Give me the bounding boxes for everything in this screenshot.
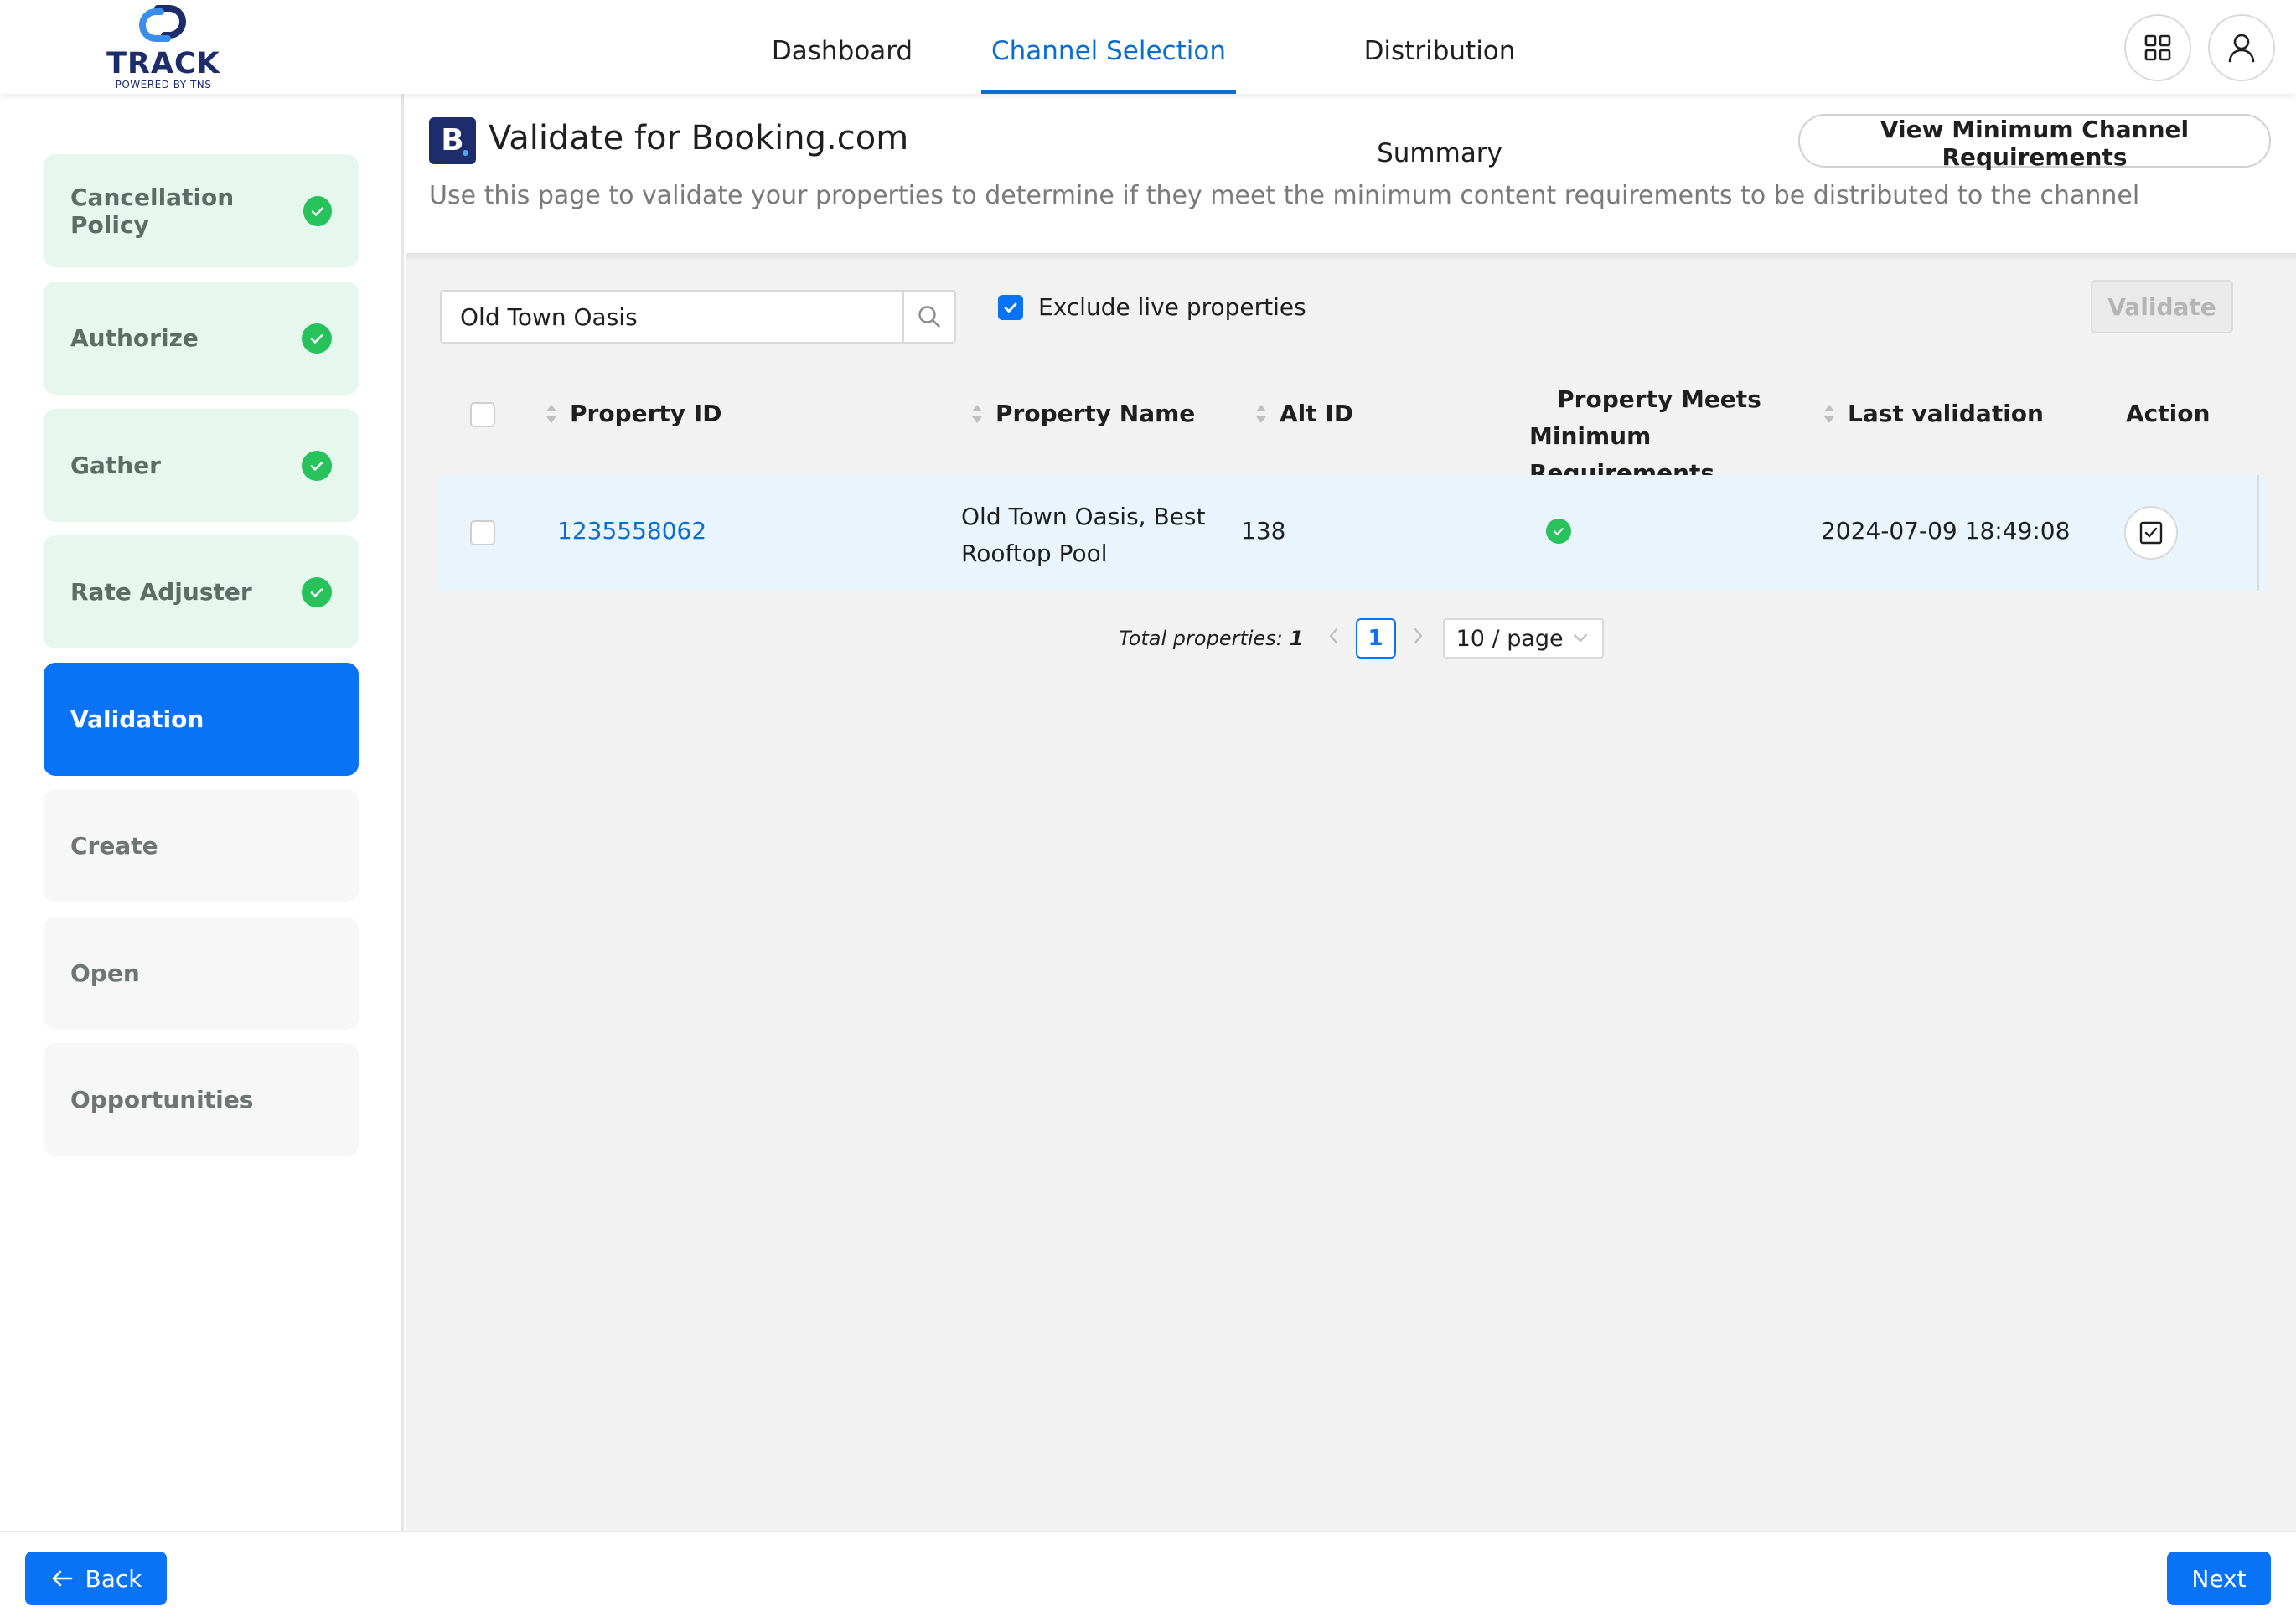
property-name-line2: Rooftop Pool <box>961 540 1108 567</box>
search-input[interactable] <box>442 292 902 342</box>
step-opportunities[interactable]: Opportunities <box>44 1043 359 1156</box>
column-header-property-id[interactable]: Property ID <box>545 400 721 427</box>
booking-badge-letter: B <box>441 123 464 158</box>
property-name-line1: Old Town Oasis, Best <box>961 503 1206 530</box>
brand-name: TRACK <box>106 47 220 80</box>
column-label: Last validation <box>1848 400 2044 427</box>
page-size-value: 10 / page <box>1456 625 1564 652</box>
check-icon <box>302 576 332 607</box>
check-icon <box>303 195 332 226</box>
search-icon <box>918 306 940 328</box>
step-gather[interactable]: Gather <box>44 409 359 522</box>
back-button[interactable]: Back <box>25 1552 167 1605</box>
sort-icon <box>1823 403 1836 425</box>
last-validation-cell: 2024-07-09 18:49:08 <box>1821 517 2071 545</box>
chevron-down-icon <box>1573 633 1587 643</box>
check-icon <box>302 323 332 354</box>
apps-grid-icon <box>2144 34 2171 61</box>
next-button[interactable]: Next <box>2167 1552 2271 1605</box>
column-header-property-name[interactable]: Property Name <box>970 400 1195 427</box>
checkmark-icon <box>1004 302 1017 313</box>
property-name-cell: Old Town Oasis, Best Rooftop Pool <box>961 498 1205 572</box>
step-label: Validation <box>70 705 204 733</box>
step-validation[interactable]: Validation <box>44 663 359 776</box>
page-title: Validate for Booking.com <box>489 119 909 158</box>
prev-page-button[interactable] <box>1327 627 1341 650</box>
arrow-left-icon <box>52 1570 72 1587</box>
user-profile-button[interactable] <box>2208 14 2275 81</box>
step-label: Authorize <box>70 324 199 352</box>
column-header-action: Action <box>2126 400 2210 427</box>
tab-dashboard[interactable]: Dashboard <box>764 0 920 94</box>
step-label: Opportunities <box>70 1086 254 1113</box>
exclude-live-label: Exclude live properties <box>1038 293 1306 321</box>
workflow-steps-sidebar: Cancellation Policy Authorize Gather Rat… <box>0 94 404 1531</box>
apps-grid-button[interactable] <box>2124 14 2191 81</box>
sort-icon <box>545 403 558 425</box>
user-icon <box>2228 34 2255 63</box>
property-search <box>440 290 956 344</box>
booking-com-logo: B <box>429 117 476 164</box>
exclude-live-properties-option[interactable]: Exclude live properties <box>998 293 1306 321</box>
back-label: Back <box>85 1564 142 1593</box>
tab-channel-selection[interactable]: Channel Selection <box>981 0 1236 94</box>
exclude-live-checkbox[interactable] <box>998 294 1023 320</box>
column-label: Property ID <box>570 400 722 427</box>
alt-id-cell: 138 <box>1241 517 1286 545</box>
step-rate-adjuster[interactable]: Rate Adjuster <box>44 535 359 648</box>
page-description: Use this page to validate your propertie… <box>429 181 2140 210</box>
table-row[interactable]: 1235558062 Old Town Oasis, Best Rooftop … <box>438 475 2267 591</box>
page-1-button[interactable]: 1 <box>1355 618 1396 659</box>
step-cancellation-policy[interactable]: Cancellation Policy <box>44 154 359 267</box>
step-label: Rate Adjuster <box>70 578 252 606</box>
pagination: Total properties: 1 1 10 / page <box>1119 618 1604 659</box>
view-minimum-requirements-button[interactable]: View Minimum Channel Requirements <box>1798 114 2271 171</box>
tab-distribution-summary[interactable]: Distribution Summary <box>1301 0 1578 168</box>
chevron-left-icon <box>1329 628 1337 644</box>
check-icon <box>302 450 332 481</box>
property-id-link[interactable]: 1235558062 <box>557 517 706 545</box>
sort-icon <box>1254 403 1268 425</box>
checkbox-validate-icon <box>2139 521 2163 545</box>
step-label: Cancellation Policy <box>70 183 235 239</box>
page-size-select[interactable]: 10 / page <box>1442 618 1604 659</box>
column-label: Property Name <box>995 400 1196 427</box>
column-label-line1: Property Meets <box>1557 385 1761 413</box>
total-properties-count: 1 <box>1289 627 1304 650</box>
column-header-alt-id[interactable]: Alt ID <box>1254 400 1353 427</box>
step-label: Create <box>70 832 158 860</box>
meets-requirements-check-icon <box>1546 519 1571 544</box>
validate-row-button[interactable] <box>2124 506 2178 560</box>
table-scrollbar[interactable] <box>2257 475 2259 591</box>
select-all-checkbox[interactable] <box>470 402 495 427</box>
column-label: Alt ID <box>1280 400 1354 427</box>
total-properties-label: Total properties: <box>1119 627 1283 650</box>
track-logo-icon <box>139 4 186 42</box>
track-logo[interactable]: TRACK POWERED BY TNS <box>101 0 226 92</box>
step-label: Gather <box>70 452 161 479</box>
page-header: B Validate for Booking.com Use this page… <box>406 94 2296 253</box>
top-navigation-bar: TRACK POWERED BY TNS Dashboard Channel S… <box>0 0 2296 168</box>
step-authorize[interactable]: Authorize <box>44 282 359 395</box>
column-label: Action <box>2126 400 2211 427</box>
next-page-button[interactable] <box>1411 627 1425 650</box>
validation-content: Exclude live properties Validate Propert… <box>406 253 2296 1531</box>
booking-badge-dot <box>463 150 468 156</box>
search-button[interactable] <box>902 292 954 342</box>
column-header-last-validation[interactable]: Last validation <box>1823 400 2044 427</box>
select-all-cell <box>470 402 495 427</box>
step-open[interactable]: Open <box>44 917 359 1030</box>
brand-tagline: POWERED BY TNS <box>115 79 212 90</box>
validate-button[interactable]: Validate <box>2091 280 2233 333</box>
step-label: Open <box>70 959 140 987</box>
footer-bar: Back Next <box>0 1531 2296 1622</box>
chevron-right-icon <box>1414 628 1422 644</box>
step-create[interactable]: Create <box>44 789 359 902</box>
row-select-checkbox[interactable] <box>470 520 495 545</box>
sort-icon <box>970 403 984 425</box>
